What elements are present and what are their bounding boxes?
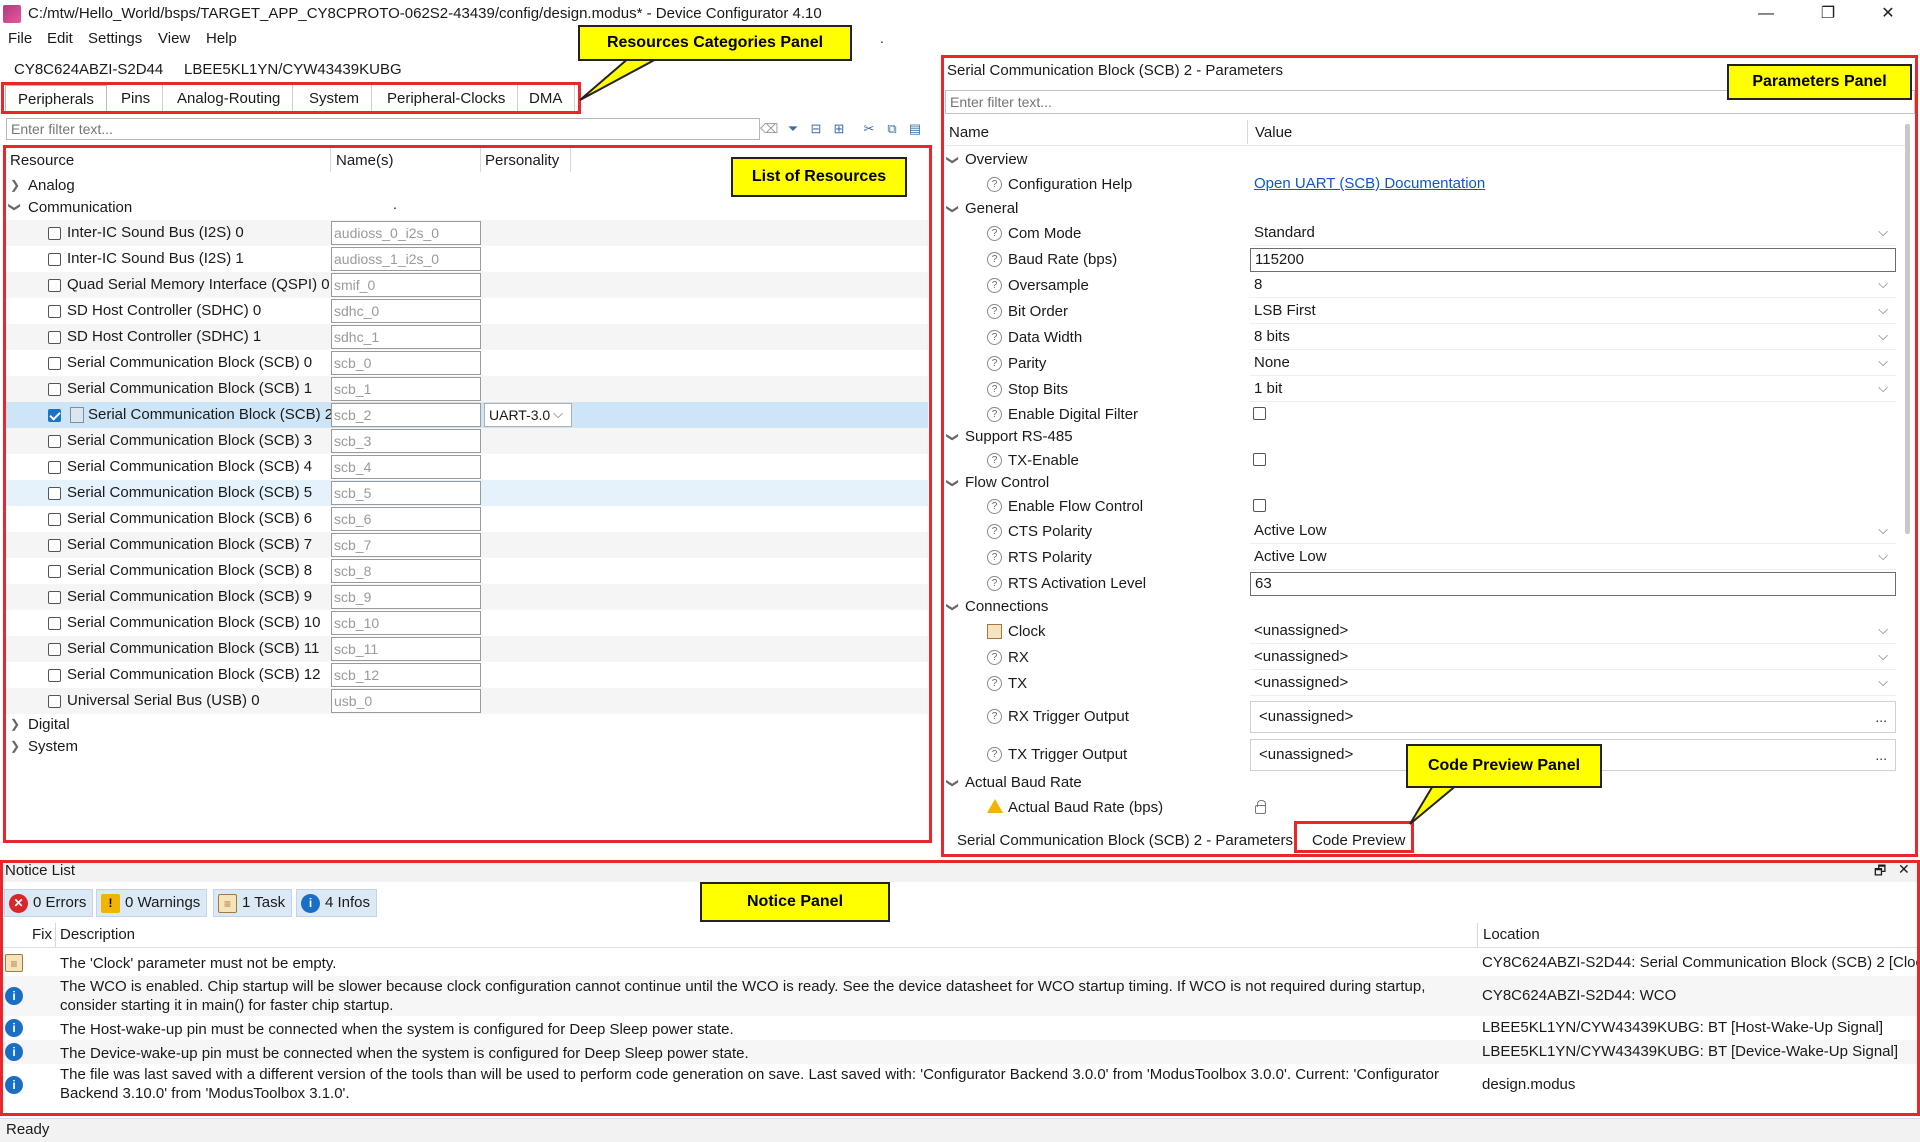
resource-filter-input[interactable]: [7, 119, 759, 139]
callout-resources-categories: Resources Categories Panel: [578, 25, 852, 61]
annotation-box-notice: [0, 860, 1920, 1116]
paste-icon[interactable]: ▤: [907, 121, 923, 137]
callout-list-of-resources: List of Resources: [731, 157, 907, 197]
cut-icon[interactable]: ✂: [861, 121, 877, 137]
callout-parameters-panel: Parameters Panel: [1727, 64, 1912, 100]
collapse-all-icon[interactable]: ⊟: [808, 121, 824, 137]
menu-edit[interactable]: Edit: [47, 30, 73, 47]
device-tab-wifi[interactable]: LBEE5KL1YN/CYW43439KUBG: [184, 58, 402, 82]
stray-dot: .: [880, 30, 884, 46]
annotation-box-resources: [3, 145, 932, 843]
status-bar: [0, 1118, 1920, 1142]
resource-filter: [6, 118, 760, 140]
annotation-box-code-preview: [1294, 821, 1414, 853]
callout-notice-panel: Notice Panel: [700, 882, 890, 922]
menu-file[interactable]: File: [8, 30, 32, 47]
copy-icon[interactable]: ⧉: [884, 121, 900, 137]
callout-pointer: [579, 56, 661, 101]
annotation-box-parameters: [941, 55, 1918, 857]
menu-view[interactable]: View: [158, 30, 190, 47]
annotation-box-categories: [1, 82, 581, 114]
minimize-button[interactable]: —: [1748, 2, 1784, 26]
menu-settings[interactable]: Settings: [88, 30, 142, 47]
device-tab-mcu[interactable]: CY8C624ABZI-S2D44: [14, 58, 163, 82]
close-button[interactable]: ✕: [1870, 2, 1906, 26]
window-title: C:/mtw/Hello_World/bsps/TARGET_APP_CY8CP…: [28, 5, 822, 22]
status-text: Ready: [6, 1121, 50, 1138]
app-logo-icon: [3, 5, 21, 23]
restore-button[interactable]: ❐: [1810, 2, 1846, 26]
clear-filter-icon[interactable]: ⌫: [760, 121, 778, 137]
filter-icon[interactable]: ⏷: [785, 121, 801, 137]
callout-code-preview-panel: Code Preview Panel: [1406, 744, 1602, 788]
menu-help[interactable]: Help: [206, 30, 237, 47]
expand-all-icon[interactable]: ⊞: [831, 121, 847, 137]
